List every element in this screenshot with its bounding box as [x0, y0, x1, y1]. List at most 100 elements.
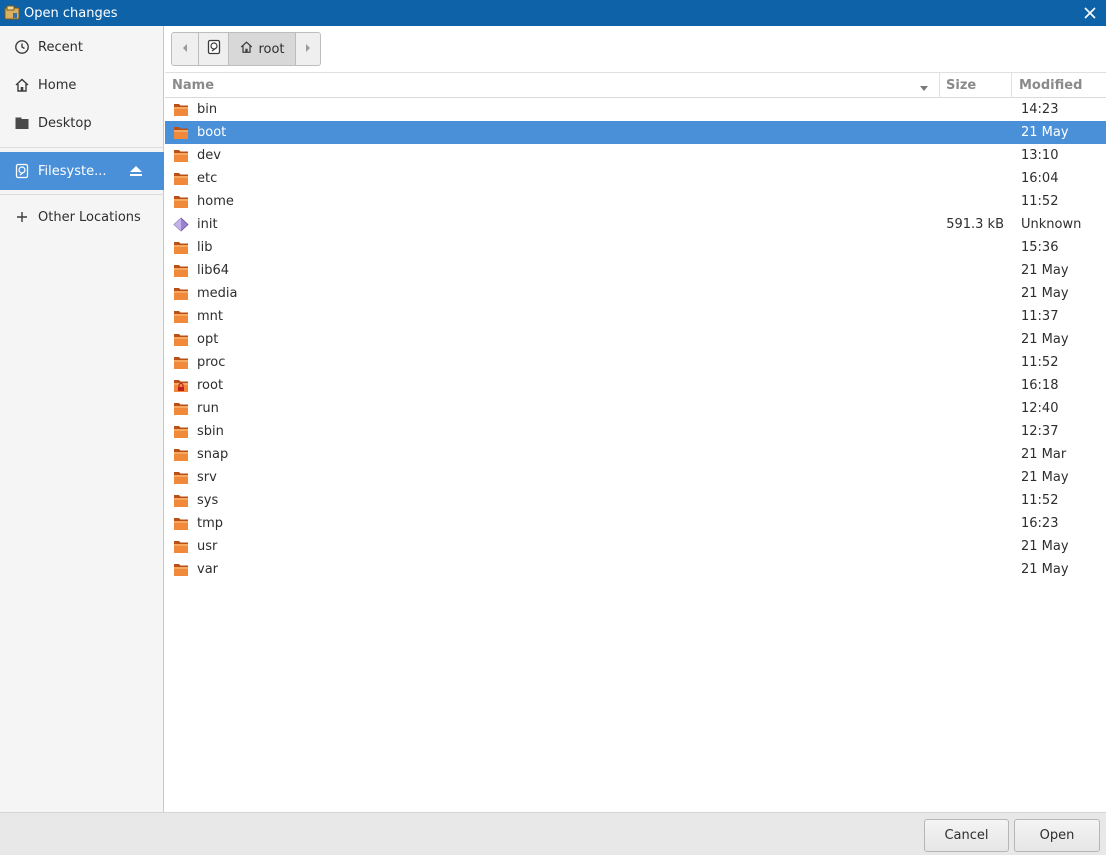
path-filesystem-button[interactable] [199, 33, 229, 65]
path-forward-button[interactable] [296, 33, 320, 65]
sidebar-item-desktop[interactable]: Desktop [0, 104, 164, 142]
file-row[interactable]: snap 21 Mar [165, 443, 1106, 466]
sidebar-item-filesystem[interactable]: Filesyste... [0, 152, 164, 190]
file-row[interactable]: lib64 21 May [165, 259, 1106, 282]
folder-icon [173, 355, 189, 370]
file-name: snap [197, 447, 229, 462]
eject-icon[interactable] [128, 163, 144, 179]
sidebar-item-label: Home [38, 77, 77, 93]
file-modified: 21 May [1021, 539, 1069, 554]
clock-icon [13, 38, 31, 56]
window-title: Open changes [24, 5, 118, 21]
sort-descending-icon [919, 82, 929, 91]
file-modified: 21 May [1021, 125, 1069, 140]
close-icon[interactable] [1080, 3, 1100, 23]
file-name: sys [197, 493, 219, 508]
folder-icon [173, 263, 189, 278]
file-name: root [197, 378, 224, 393]
chevron-right-icon [304, 42, 312, 57]
file-modified: 11:52 [1021, 355, 1059, 370]
file-row[interactable]: media 21 May [165, 282, 1106, 305]
drive-icon [206, 39, 222, 59]
file-modified: 21 May [1021, 332, 1069, 347]
file-name: init [197, 217, 218, 232]
home-icon [13, 76, 31, 94]
app-icon [4, 5, 20, 21]
file-row[interactable]: sbin 12:37 [165, 420, 1106, 443]
file-row[interactable]: usr 21 May [165, 535, 1106, 558]
sidebar-item-label: Other Locations [38, 209, 141, 225]
folder-icon [173, 194, 189, 209]
path-back-button[interactable] [172, 33, 199, 65]
file-row[interactable]: boot 21 May [165, 121, 1106, 144]
file-row[interactable]: sys 11:52 [165, 489, 1106, 512]
file-name: proc [197, 355, 226, 370]
folder-icon [173, 240, 189, 255]
file-row[interactable]: lib 15:36 [165, 236, 1106, 259]
file-row[interactable]: run 12:40 [165, 397, 1106, 420]
list-header: Name Size Modified [165, 73, 1106, 98]
places-sidebar: Recent Home Desktop Filesyste... Other L… [0, 26, 164, 812]
action-bar: Cancel Open [0, 812, 1106, 855]
file-name: var [197, 562, 219, 577]
folder-icon [173, 516, 189, 531]
file-name: run [197, 401, 219, 416]
file-modified: 14:23 [1021, 102, 1059, 117]
folder-icon [173, 562, 189, 577]
folder-icon [173, 401, 189, 416]
cancel-button[interactable]: Cancel [924, 819, 1009, 852]
file-modified: 11:52 [1021, 493, 1059, 508]
path-root-button[interactable]: root [229, 33, 296, 65]
path-bar: root [171, 32, 321, 66]
file-name: tmp [197, 516, 224, 531]
folder-icon [173, 332, 189, 347]
file-size: 591.3 kB [946, 217, 1004, 232]
file-row[interactable]: root 16:18 [165, 374, 1106, 397]
open-button[interactable]: Open [1014, 819, 1100, 852]
file-modified: 21 Mar [1021, 447, 1067, 462]
column-divider [939, 73, 940, 98]
sidebar-item-label: Desktop [38, 115, 92, 131]
path-root-label: root [258, 41, 285, 57]
folder-icon [173, 539, 189, 554]
file-list: Name Size Modified bin 14:23 boot 21 May dev… [165, 73, 1106, 812]
file-row[interactable]: home 11:52 [165, 190, 1106, 213]
file-row[interactable]: bin 14:23 [165, 98, 1106, 121]
folder-icon [173, 309, 189, 324]
column-divider [1011, 73, 1012, 98]
file-row[interactable]: dev 13:10 [165, 144, 1106, 167]
sidebar-item-other-locations[interactable]: Other Locations [0, 198, 164, 236]
drive-icon [13, 162, 31, 180]
sidebar-item-home[interactable]: Home [0, 66, 164, 104]
file-row[interactable]: tmp 16:23 [165, 512, 1106, 535]
column-header-size[interactable]: Size [946, 73, 976, 98]
file-modified: 16:18 [1021, 378, 1059, 393]
file-row[interactable]: init 591.3 kB Unknown [165, 213, 1106, 236]
folder-icon [173, 125, 189, 140]
file-name: opt [197, 332, 219, 347]
file-modified: 11:52 [1021, 194, 1059, 209]
file-modified: 15:36 [1021, 240, 1059, 255]
file-name: boot [197, 125, 227, 140]
file-name: usr [197, 539, 218, 554]
sidebar-item-recent[interactable]: Recent [0, 28, 164, 66]
file-row[interactable]: opt 21 May [165, 328, 1106, 351]
file-row[interactable]: var 21 May [165, 558, 1106, 581]
file-modified: 21 May [1021, 562, 1069, 577]
file-row[interactable]: srv 21 May [165, 466, 1106, 489]
file-row[interactable]: proc 11:52 [165, 351, 1106, 374]
file-name: mnt [197, 309, 223, 324]
file-row[interactable]: mnt 11:37 [165, 305, 1106, 328]
chevron-left-icon [181, 42, 189, 57]
title-bar: Open changes [0, 0, 1106, 26]
file-modified: 16:04 [1021, 171, 1059, 186]
folder-icon [173, 148, 189, 163]
folder-icon [173, 102, 189, 117]
folder-icon [173, 493, 189, 508]
desktop-icon [13, 114, 31, 132]
column-header-name[interactable]: Name [172, 73, 214, 98]
column-header-modified[interactable]: Modified [1019, 73, 1082, 98]
folder-icon [173, 171, 189, 186]
file-modified: 21 May [1021, 286, 1069, 301]
file-row[interactable]: etc 16:04 [165, 167, 1106, 190]
